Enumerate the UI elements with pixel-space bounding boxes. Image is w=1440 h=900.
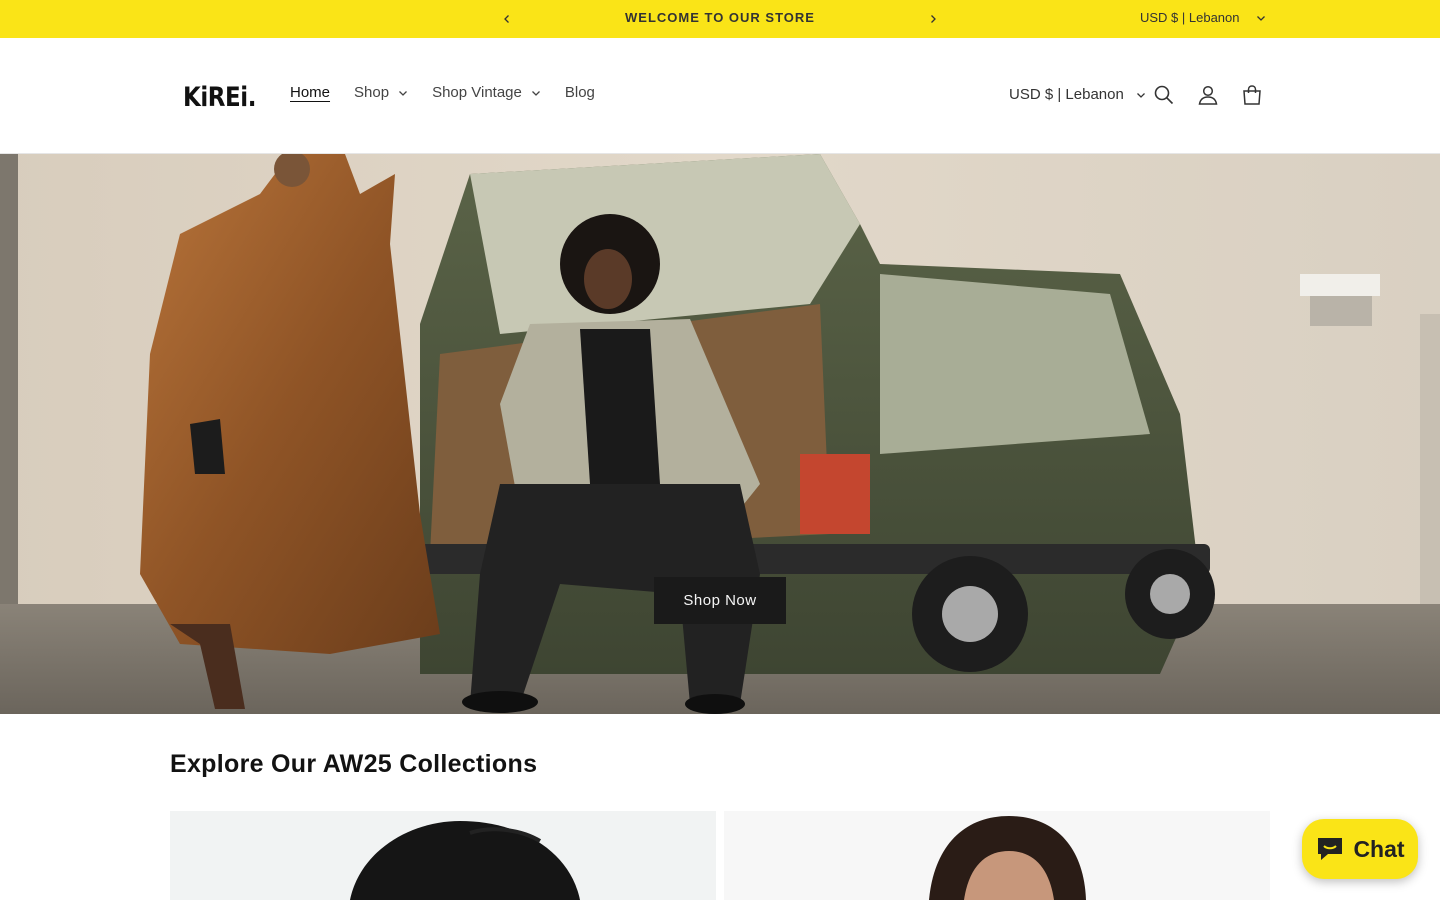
collections-title: Explore Our AW25 Collections xyxy=(170,750,538,778)
nav-item-blog[interactable]: Blog xyxy=(553,84,607,101)
chevron-down-icon xyxy=(399,90,408,96)
chevron-down-icon xyxy=(1136,92,1145,98)
chevron-right-icon xyxy=(931,15,936,23)
announcement-next-button[interactable] xyxy=(922,8,944,30)
search-button[interactable] xyxy=(1151,82,1177,108)
announcement-prev-button[interactable] xyxy=(496,8,518,30)
collection-image xyxy=(170,811,716,900)
cart-icon xyxy=(1243,85,1261,105)
shop-now-button[interactable]: Shop Now xyxy=(654,577,786,624)
announcement-locale-selector[interactable]: USD $ | Lebanon xyxy=(1140,10,1266,25)
chevron-left-icon xyxy=(504,15,509,23)
cart-button[interactable] xyxy=(1239,82,1265,108)
nav-item-label: Shop Vintage xyxy=(432,84,522,101)
announcement-text: WELCOME TO OUR STORE xyxy=(625,10,815,25)
chevron-down-icon xyxy=(531,90,540,96)
nav-item-label: Home xyxy=(290,84,331,101)
header-locale-label: USD $ | Lebanon xyxy=(1009,86,1124,103)
chat-button[interactable]: Chat xyxy=(1302,819,1418,879)
announcement-bar: WELCOME TO OUR STORE USD $ | Lebanon xyxy=(0,0,1440,38)
main-nav: Home Shop Shop Vintage Blog xyxy=(278,84,607,101)
nav-item-shop-vintage[interactable]: Shop Vintage xyxy=(420,84,553,101)
account-icon xyxy=(1198,85,1218,105)
announcement-locale-label: USD $ | Lebanon xyxy=(1140,10,1240,25)
nav-item-label: Blog xyxy=(564,84,595,101)
nav-item-label: Shop xyxy=(354,84,390,101)
chat-bubble-icon xyxy=(1318,838,1343,860)
hero-banner: Shop Now xyxy=(0,154,1440,714)
search-icon xyxy=(1154,85,1174,105)
hero-image xyxy=(0,154,1440,714)
chevron-down-icon xyxy=(1256,15,1265,21)
header-locale-selector[interactable]: USD $ | Lebanon xyxy=(1009,86,1146,103)
chat-label: Chat xyxy=(1353,835,1405,862)
collection-image xyxy=(724,811,1270,900)
collection-card[interactable] xyxy=(724,811,1270,900)
account-button[interactable] xyxy=(1195,82,1221,108)
site-logo[interactable]: KiREi. xyxy=(183,82,256,113)
nav-item-shop[interactable]: Shop xyxy=(342,84,420,101)
collection-card[interactable] xyxy=(170,811,716,900)
site-header: KiREi. Home Shop Shop Vintage Blog USD $… xyxy=(0,38,1440,154)
nav-item-home[interactable]: Home xyxy=(278,84,342,101)
